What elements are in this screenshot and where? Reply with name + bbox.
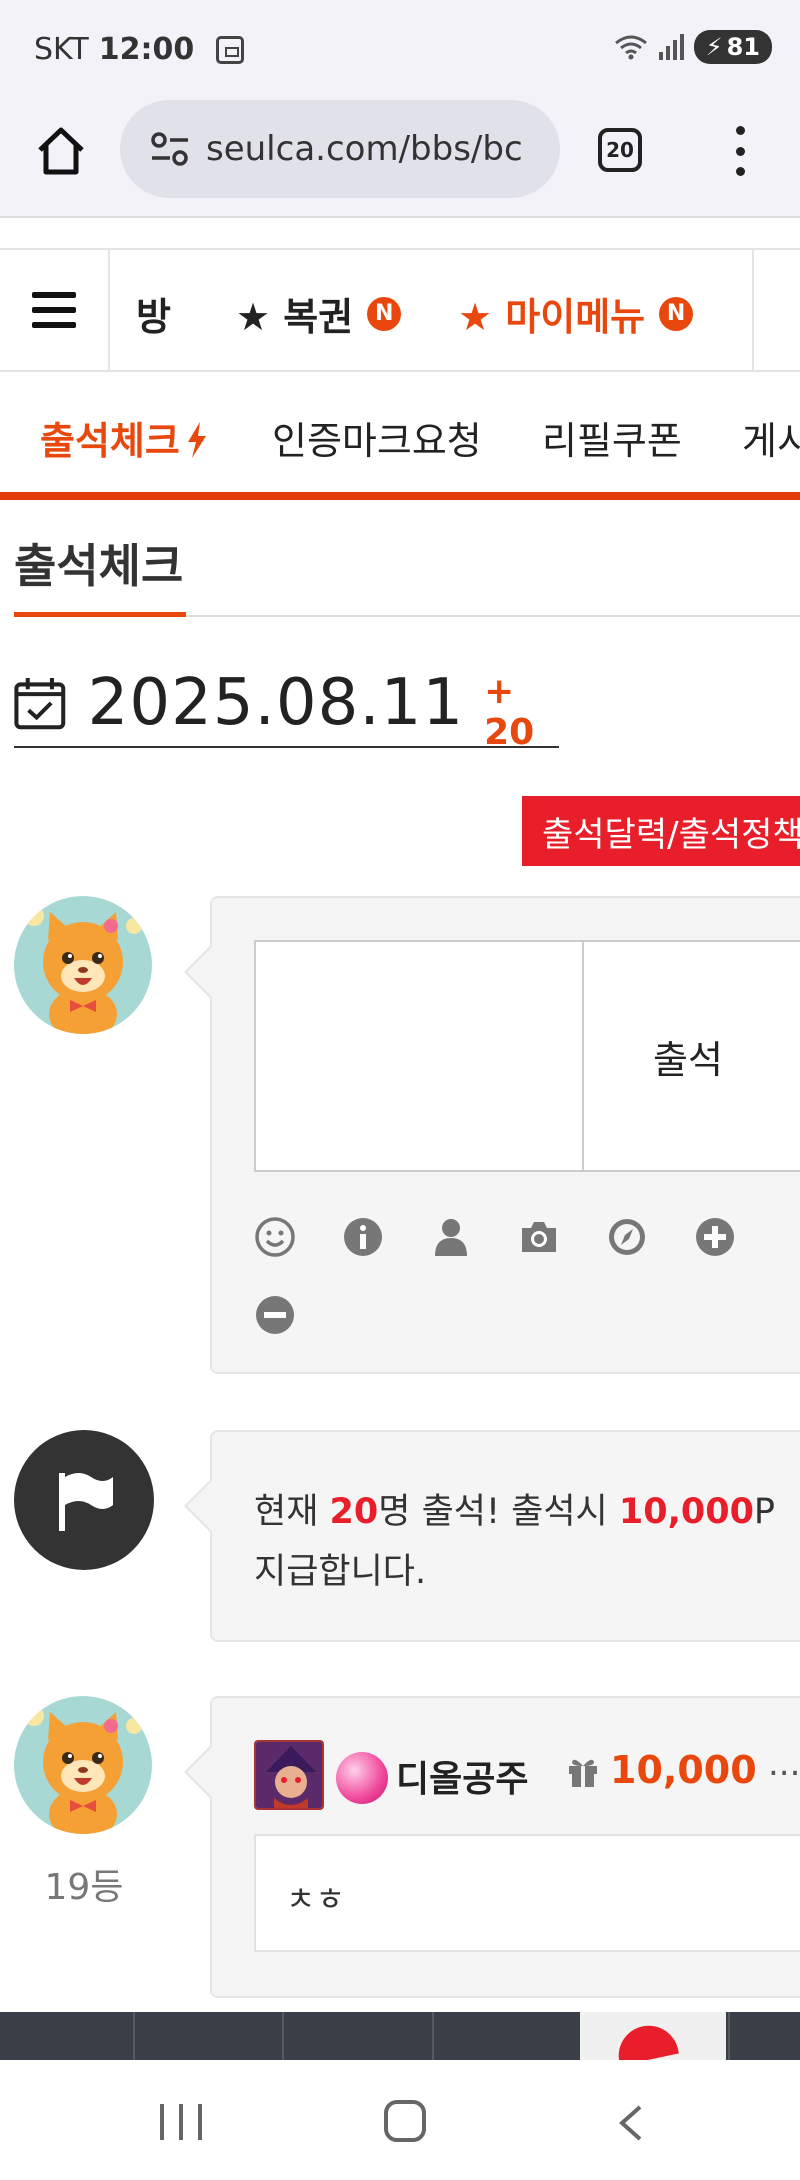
top-menu: 방 ★ 복권 N ★ 마이메뉴 N bbox=[0, 248, 800, 372]
charging-icon: ⚡ bbox=[705, 33, 723, 61]
tab-refill-coupon[interactable]: 리필쿠폰 bbox=[542, 410, 682, 465]
cat-avatar-image bbox=[14, 1696, 152, 1834]
menu-divider bbox=[752, 250, 754, 370]
notice-box: 현재 20명 출석! 출석시 10,000P 지급합니다. bbox=[184, 1430, 800, 1642]
home-icon[interactable] bbox=[34, 124, 88, 178]
system-nav-bar bbox=[0, 2060, 800, 2180]
attendance-count: + 20 bbox=[484, 671, 535, 753]
clock: 12:00 bbox=[98, 32, 195, 67]
title-underline bbox=[14, 612, 186, 617]
back-icon[interactable] bbox=[614, 2104, 648, 2142]
level-icon bbox=[336, 1752, 388, 1804]
attendance-calendar-button[interactable]: 출석달력/출석정책 bbox=[522, 796, 800, 866]
notice-text-line2: 지급합니다. bbox=[254, 1552, 427, 1592]
banner-thumbnail[interactable] bbox=[580, 2012, 726, 2060]
user-icon[interactable] bbox=[430, 1216, 472, 1258]
notice-avatar bbox=[14, 1430, 154, 1570]
gift-icon bbox=[569, 1759, 597, 1787]
tab-board[interactable]: 게시 bbox=[742, 410, 800, 465]
toolbar-divider bbox=[728, 2012, 730, 2060]
notice-text-part: P bbox=[753, 1492, 776, 1532]
comment-textarea[interactable] bbox=[254, 940, 584, 1172]
editor-toolbar bbox=[254, 1216, 736, 1258]
menu-item-lottery[interactable]: ★ 복권 N bbox=[236, 286, 402, 341]
site-settings-icon[interactable] bbox=[150, 131, 190, 167]
notice-points: 10,000 bbox=[618, 1492, 754, 1532]
smile-icon[interactable] bbox=[254, 1216, 296, 1258]
post-content: ㅊㅎ bbox=[254, 1834, 800, 1952]
menu-item-label: 방 bbox=[136, 295, 171, 339]
battery-level: 81 bbox=[726, 33, 760, 61]
status-bar: SKT 12:00 ⚡ 81 bbox=[0, 0, 800, 100]
avatar bbox=[14, 896, 152, 1034]
carrier-label: SKT bbox=[34, 32, 89, 67]
game-character-icon bbox=[254, 1740, 324, 1810]
attendance-rank: 19등 bbox=[44, 1867, 124, 1908]
page-title: 출석체크 bbox=[14, 539, 184, 593]
menu-item-label: ★ 마이메뉴 bbox=[458, 295, 646, 339]
attend-submit-button[interactable]: 출석 bbox=[584, 940, 800, 1172]
hamburger-menu-icon[interactable] bbox=[0, 250, 110, 370]
status-left: SKT 12:00 bbox=[34, 32, 245, 67]
notice-text: 현재 20명 출석! 출석시 10,000P 지급합니다. bbox=[254, 1482, 794, 1602]
battery-indicator: ⚡ 81 bbox=[693, 30, 772, 64]
menu-item-mymenu[interactable]: ★ 마이메뉴 N bbox=[458, 286, 694, 341]
toolbar-divider bbox=[432, 2012, 434, 2060]
attendance-post: 디올공주 10,000 ... ㅊㅎ bbox=[184, 1696, 800, 1998]
cat-avatar-image bbox=[14, 896, 152, 1034]
toolbar-divider bbox=[133, 2012, 135, 2060]
screenshot-icon bbox=[216, 35, 245, 64]
signal-icon bbox=[658, 34, 684, 60]
reward-points: 10,000 bbox=[610, 1748, 757, 1792]
menu-item-room[interactable]: 방 bbox=[136, 286, 171, 341]
wifi-icon bbox=[614, 35, 647, 60]
url-bar[interactable]: seulca.com/bbs/bc bbox=[120, 100, 560, 198]
tab-attendance[interactable]: 출석체크 bbox=[40, 410, 208, 465]
author-nickname[interactable]: 디올공주 bbox=[396, 1750, 528, 1802]
tab-switcher-button[interactable]: 20 bbox=[598, 128, 642, 172]
notice-text-part: 현재 bbox=[254, 1492, 330, 1532]
new-badge: N bbox=[659, 296, 694, 331]
camera-icon[interactable] bbox=[518, 1216, 560, 1258]
menu-item-label: ★ 복권 bbox=[236, 295, 354, 339]
calendar-check-icon bbox=[14, 677, 66, 730]
compass-icon[interactable] bbox=[606, 1216, 648, 1258]
browser-toolbar: seulca.com/bbs/bc 20 bbox=[0, 100, 800, 218]
date-header: 2025.08.11 + 20 bbox=[14, 660, 559, 753]
tab-label: 출석체크 bbox=[40, 419, 180, 463]
attendance-date: 2025.08.11 bbox=[87, 666, 465, 740]
toolbar-divider bbox=[282, 2012, 284, 2060]
bottom-toolbar bbox=[0, 2012, 800, 2060]
recent-apps-icon[interactable] bbox=[160, 2104, 202, 2140]
home-nav-icon[interactable] bbox=[384, 2100, 426, 2142]
more-options-icon[interactable]: ... bbox=[768, 1744, 800, 1784]
notice-text-part: 명 출석! 출석시 bbox=[378, 1492, 619, 1532]
sub-menu: 출석체크 인증마크요청 리필쿠폰 게시 bbox=[0, 372, 800, 500]
comment-write-box: 출석 bbox=[184, 896, 800, 1374]
status-right: ⚡ 81 bbox=[614, 30, 772, 64]
info-icon[interactable] bbox=[342, 1216, 384, 1258]
more-menu-icon[interactable] bbox=[730, 126, 750, 176]
new-badge: N bbox=[367, 296, 402, 331]
bolt-icon bbox=[187, 422, 206, 458]
plus-icon[interactable] bbox=[694, 1216, 736, 1258]
post-author-avatar[interactable] bbox=[14, 1696, 152, 1834]
notice-count: 20 bbox=[329, 1492, 379, 1532]
tab-verification[interactable]: 인증마크요청 bbox=[272, 410, 482, 465]
minus-icon[interactable] bbox=[254, 1294, 296, 1336]
flag-icon bbox=[59, 1473, 113, 1531]
url-text[interactable]: seulca.com/bbs/bc bbox=[206, 129, 523, 169]
